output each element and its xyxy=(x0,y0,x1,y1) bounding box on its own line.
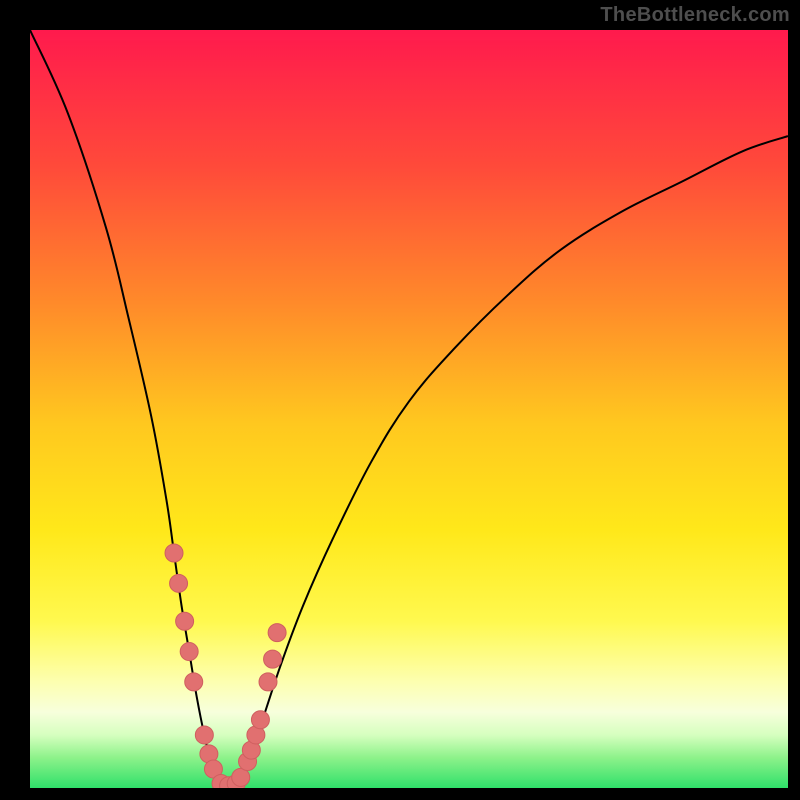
highlighted-points-group xyxy=(165,544,286,788)
highlighted-point xyxy=(185,673,203,691)
curve-layer xyxy=(30,30,788,788)
highlighted-point xyxy=(176,612,194,630)
highlighted-point xyxy=(170,574,188,592)
chart-stage: TheBottleneck.com xyxy=(0,0,800,800)
highlighted-point xyxy=(195,726,213,744)
plot-area xyxy=(30,30,788,788)
watermark-text: TheBottleneck.com xyxy=(600,4,790,27)
highlighted-point xyxy=(251,711,269,729)
highlighted-point xyxy=(264,650,282,668)
highlighted-point xyxy=(232,768,250,786)
highlighted-point xyxy=(165,544,183,562)
highlighted-point xyxy=(180,643,198,661)
highlighted-point xyxy=(259,673,277,691)
bottleneck-curve-right xyxy=(227,136,788,788)
highlighted-point xyxy=(268,624,286,642)
